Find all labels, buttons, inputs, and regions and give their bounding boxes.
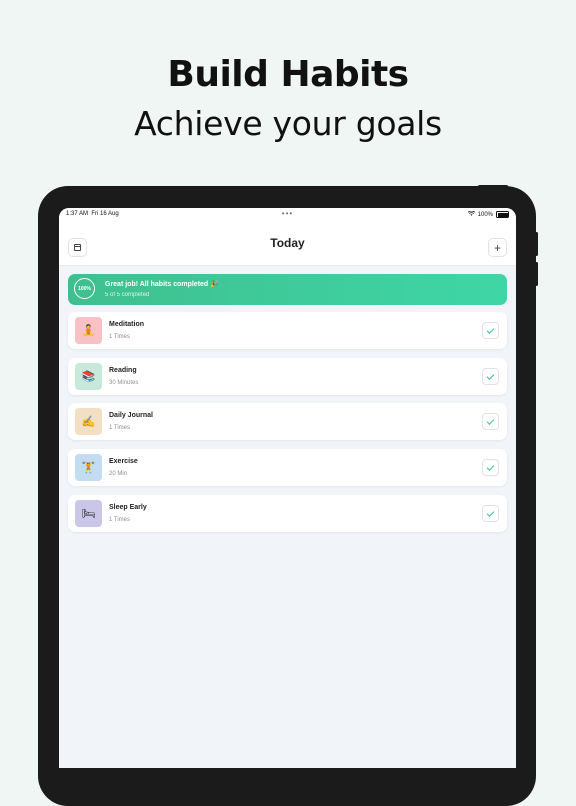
habit-name: Exercise <box>109 458 138 465</box>
nav-bar: Today + <box>59 221 516 266</box>
checkmark-icon <box>486 416 495 425</box>
plus-icon: + <box>493 240 501 255</box>
writing-hand-icon: ✍ <box>75 408 102 435</box>
habit-name: Reading <box>109 367 137 374</box>
checkmark-icon <box>486 325 495 334</box>
habit-frequency: 1 Times <box>109 517 131 523</box>
add-habit-button[interactable]: + <box>488 238 507 257</box>
top-button <box>478 185 508 188</box>
complete-checkbox[interactable] <box>482 505 499 522</box>
progress-ring: 100% <box>74 278 95 299</box>
habit-name: Meditation <box>109 321 144 328</box>
banner-summary: 5 of 5 completed <box>105 292 150 298</box>
habit-card[interactable]: 🛏 Sleep Early 1 Times <box>68 495 507 532</box>
complete-checkbox[interactable] <box>482 322 499 339</box>
checkmark-icon <box>486 462 495 471</box>
habit-name: Daily Journal <box>109 412 153 419</box>
habit-card[interactable]: 🧘 Meditation 1 Times <box>68 312 507 349</box>
battery-icon <box>496 211 509 218</box>
volume-down-button <box>535 262 538 286</box>
status-bar: 1:37 AM Fri 16 Aug ••• 100% <box>59 208 516 221</box>
habit-frequency: 30 Minutes <box>109 380 139 386</box>
battery-percent: 100% <box>477 211 493 218</box>
volume-up-button <box>535 232 538 256</box>
habit-name: Sleep Early <box>109 504 147 511</box>
wifi-icon <box>467 210 475 218</box>
status-right: 100% <box>467 210 509 218</box>
habit-card[interactable]: 🏋 Exercise 20 Min <box>68 449 507 486</box>
meditation-icon: 🧘 <box>75 317 102 344</box>
checkmark-icon <box>486 371 495 380</box>
bed-icon: 🛏 <box>75 500 102 527</box>
habit-frequency: 1 Times <box>109 425 131 431</box>
books-icon: 📚 <box>75 363 102 390</box>
complete-checkbox[interactable] <box>482 368 499 385</box>
habit-card[interactable]: 📚 Reading 30 Minutes <box>68 358 507 395</box>
complete-checkbox[interactable] <box>482 413 499 430</box>
habit-card[interactable]: ✍ Daily Journal 1 Times <box>68 403 507 440</box>
completion-banner: 100% Great job! All habits completed 🎉 5… <box>68 274 507 305</box>
habit-frequency: 1 Times <box>109 334 131 340</box>
checkmark-icon <box>486 508 495 517</box>
banner-message: Great job! All habits completed 🎉 <box>105 281 219 288</box>
habit-frequency: 20 Min <box>109 471 128 477</box>
hero-title: Build Habits <box>167 54 409 95</box>
complete-checkbox[interactable] <box>482 459 499 476</box>
app-screen: 1:37 AM Fri 16 Aug ••• 100% Today + 100%… <box>59 208 516 768</box>
weightlifter-icon: 🏋 <box>75 454 102 481</box>
multitask-dots-icon[interactable]: ••• <box>59 209 516 218</box>
hero-subtitle: Achieve your goals <box>134 104 442 143</box>
page-title: Today <box>270 236 305 250</box>
